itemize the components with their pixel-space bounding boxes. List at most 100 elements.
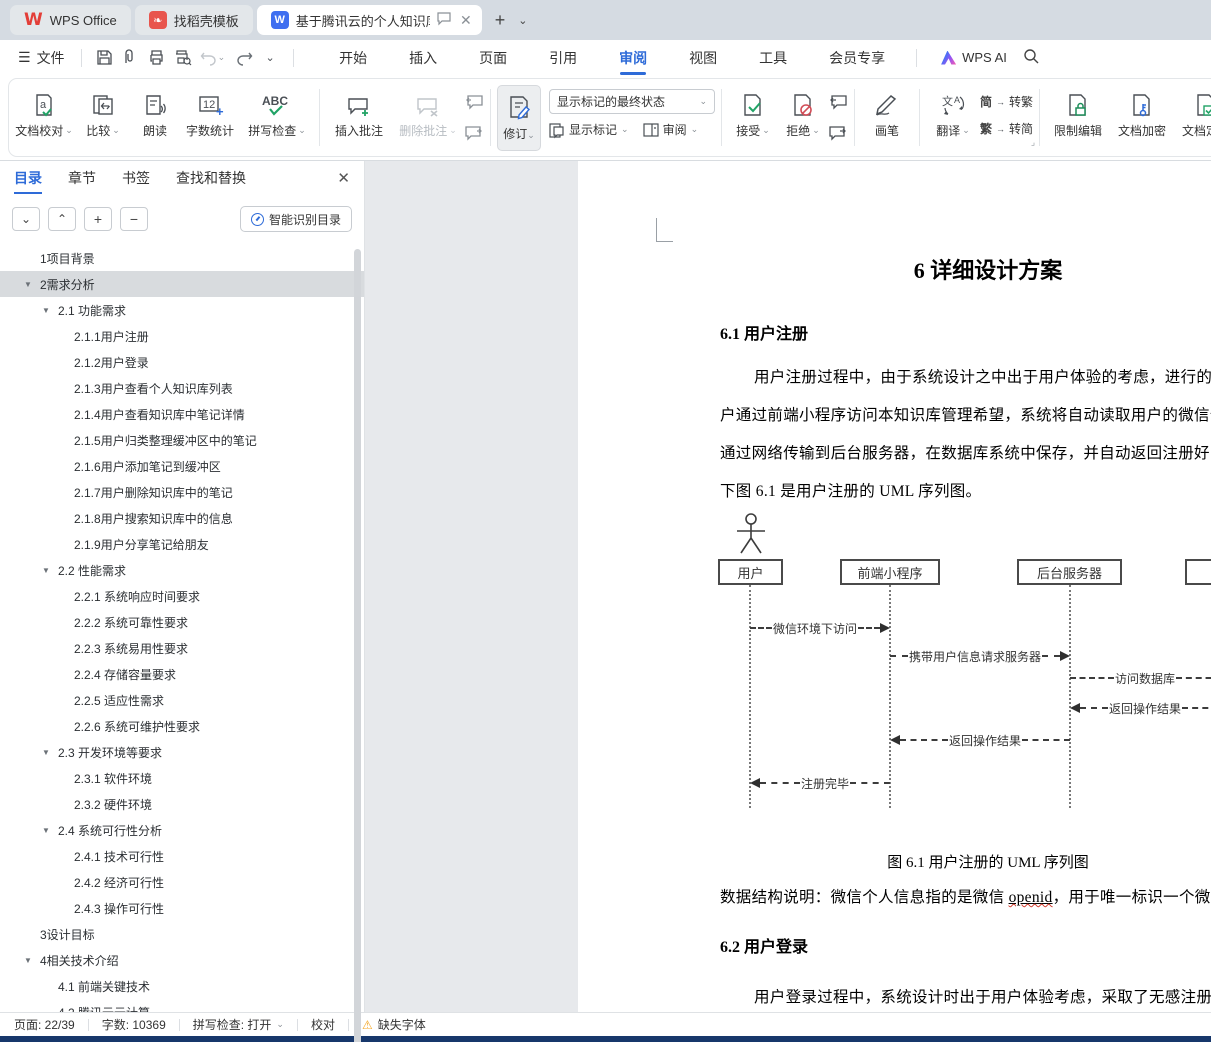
- toc-item[interactable]: ▼ 2.3 开发环境等要求: [0, 739, 364, 765]
- insert-comment-button[interactable]: 插入批注: [326, 85, 392, 139]
- toc-item[interactable]: 2.1.9用户分享笔记给朋友: [0, 531, 364, 557]
- zoom-out-toc-button[interactable]: −: [120, 207, 148, 231]
- toc-item[interactable]: 2.1.2用户登录: [0, 349, 364, 375]
- toc-item[interactable]: 2.4.2 经济可行性: [0, 869, 364, 895]
- comment-bubble-icon[interactable]: [437, 12, 451, 28]
- toc-item[interactable]: 4.2 腾讯云云计算: [0, 999, 364, 1013]
- document-page[interactable]: 6 详细设计方案 6.1 用户注册 用户注册过程中，由于系统设计之中出于用户体验…: [578, 161, 1211, 1012]
- toc-item[interactable]: ▼ 2.1 功能需求: [0, 297, 364, 323]
- menu-tab-页面[interactable]: 页面: [458, 40, 528, 75]
- sidebar-tab-chapters[interactable]: 章节: [68, 161, 96, 194]
- doc-proof-button[interactable]: a 文档校对 ⌄: [13, 85, 75, 139]
- menu-tab-引用[interactable]: 引用: [528, 40, 598, 75]
- toc-item[interactable]: 2.1.3用户查看个人知识库列表: [0, 375, 364, 401]
- menu-tab-视图[interactable]: 视图: [668, 40, 738, 75]
- print-preview-icon[interactable]: [170, 46, 196, 70]
- spell-check-button[interactable]: ABC 拼写检查 ⌄: [241, 85, 313, 139]
- compare-button[interactable]: 比较 ⌄: [75, 85, 131, 139]
- new-tab-button[interactable]: +: [486, 10, 515, 31]
- tab-docer-templates[interactable]: ❧ 找稻壳模板: [134, 5, 253, 35]
- missing-font-warning[interactable]: 缺失字体: [378, 1016, 426, 1033]
- menu-tab-插入[interactable]: 插入: [388, 40, 458, 75]
- delete-comment-button[interactable]: 删除批注 ⌄: [392, 85, 464, 139]
- collapse-arrow-icon[interactable]: ▼: [42, 826, 50, 835]
- proofread-button[interactable]: 校对: [311, 1016, 335, 1033]
- toc-item[interactable]: 2.2.3 系统易用性要求: [0, 635, 364, 661]
- toc-item[interactable]: 2.1.6用户添加笔记到缓冲区: [0, 453, 364, 479]
- traditional-to-simplified-button[interactable]: 繁 → 转简: [980, 120, 1033, 137]
- search-icon[interactable]: [1023, 48, 1039, 67]
- expand-all-button[interactable]: ⌃: [48, 207, 76, 231]
- menu-tab-会员专享[interactable]: 会员专享: [808, 40, 906, 75]
- file-menu-button[interactable]: ☰ 文件: [12, 48, 71, 68]
- sidebar-tab-toc[interactable]: 目录: [14, 161, 42, 194]
- zoom-in-toc-button[interactable]: +: [84, 207, 112, 231]
- collapse-arrow-icon[interactable]: ▼: [24, 280, 32, 289]
- toc-item[interactable]: 2.1.7用户删除知识库中的笔记: [0, 479, 364, 505]
- redo-icon[interactable]: [231, 46, 257, 70]
- collapse-arrow-icon[interactable]: ▼: [42, 748, 50, 757]
- menu-tab-工具[interactable]: 工具: [738, 40, 808, 75]
- tab-wps-office[interactable]: W WPS Office: [10, 5, 131, 35]
- toc-item[interactable]: 2.1.1用户注册: [0, 323, 364, 349]
- toc-item[interactable]: 2.2.4 存储容量要求: [0, 661, 364, 687]
- collapse-arrow-icon[interactable]: ▼: [24, 956, 32, 965]
- undo-chevron-icon[interactable]: ⌄: [218, 52, 226, 63]
- sidebar-tab-bookmarks[interactable]: 书签: [122, 161, 150, 194]
- toc-item[interactable]: 2.4.1 技术可行性: [0, 843, 364, 869]
- toc-item[interactable]: ▼ 4相关技术介绍: [0, 947, 364, 973]
- tab-list-chevron-icon[interactable]: ⌄: [514, 14, 531, 27]
- word-count-indicator[interactable]: 字数: 10369: [102, 1016, 166, 1033]
- quickbar-chevron-icon[interactable]: ⌄: [257, 46, 283, 70]
- group-expand-icon[interactable]: ⌟: [1031, 137, 1035, 148]
- encrypt-document-button[interactable]: 文档加密: [1110, 85, 1174, 139]
- word-count-button[interactable]: 12 + 字数统计: [179, 85, 241, 139]
- previous-comment-icon[interactable]: [464, 95, 484, 114]
- menu-tab-审阅[interactable]: 审阅: [598, 40, 668, 75]
- sidebar-tab-find-replace[interactable]: 查找和替换: [176, 161, 246, 194]
- spellcheck-chevron-icon[interactable]: ⌄: [276, 1019, 284, 1030]
- collapse-arrow-icon[interactable]: ▼: [42, 306, 50, 315]
- close-sidebar-icon[interactable]: ✕: [337, 169, 350, 187]
- collapse-all-button[interactable]: ⌄: [12, 207, 40, 231]
- previous-change-icon[interactable]: [828, 95, 848, 114]
- translate-button[interactable]: 文A 翻译 ⌄: [926, 85, 980, 139]
- page-indicator[interactable]: 页面: 22/39: [14, 1016, 75, 1033]
- pen-button[interactable]: 画笔: [861, 85, 913, 139]
- sidebar-scrollbar[interactable]: [354, 249, 361, 1042]
- restrict-editing-button[interactable]: 限制编辑: [1046, 85, 1110, 139]
- toc-item[interactable]: 4.1 前端关键技术: [0, 973, 364, 999]
- toc-item[interactable]: ▼ 2.4 系统可行性分析: [0, 817, 364, 843]
- toc-item[interactable]: 2.2.6 系统可维护性要求: [0, 713, 364, 739]
- toc-item[interactable]: ▼ 2.2 性能需求: [0, 557, 364, 583]
- show-markup-button[interactable]: 显示标记 ⌄: [549, 121, 629, 138]
- print-icon[interactable]: [144, 46, 170, 70]
- finalize-document-button[interactable]: 文档定稿: [1174, 85, 1211, 139]
- toc-item[interactable]: 3设计目标: [0, 921, 364, 947]
- toc-item[interactable]: 2.1.8用户搜索知识库中的信息: [0, 505, 364, 531]
- spellcheck-status[interactable]: 拼写检查: 打开: [193, 1016, 272, 1033]
- collapse-arrow-icon[interactable]: ▼: [42, 566, 50, 575]
- export-pdf-icon[interactable]: [118, 46, 144, 70]
- save-icon[interactable]: [92, 46, 118, 70]
- smart-toc-button[interactable]: 智能识别目录: [239, 206, 352, 232]
- toc-item[interactable]: 2.3.2 硬件环境: [0, 791, 364, 817]
- simplified-to-traditional-button[interactable]: 简 → 转繁: [980, 93, 1033, 110]
- track-changes-button[interactable]: 修订⌄: [497, 85, 541, 151]
- review-mode-button[interactable]: 审阅 ⌄: [642, 121, 698, 138]
- next-change-icon[interactable]: [828, 126, 848, 145]
- accept-button[interactable]: 接受 ⌄: [728, 85, 778, 139]
- toc-item[interactable]: 2.2.2 系统可靠性要求: [0, 609, 364, 635]
- wps-ai-button[interactable]: WPS AI: [941, 50, 1007, 65]
- markup-state-select[interactable]: 显示标记的最终状态 ⌄: [549, 89, 715, 114]
- menu-tab-开始[interactable]: 开始: [318, 40, 388, 75]
- toc-item[interactable]: 2.1.5用户归类整理缓冲区中的笔记: [0, 427, 364, 453]
- close-tab-icon[interactable]: ✕: [458, 12, 474, 29]
- read-aloud-button[interactable]: 朗读: [131, 85, 179, 139]
- toc-item[interactable]: 1项目背景: [0, 245, 364, 271]
- toc-item[interactable]: 2.2.1 系统响应时间要求: [0, 583, 364, 609]
- toc-item[interactable]: ▼ 2需求分析: [0, 271, 364, 297]
- toc-item[interactable]: 2.4.3 操作可行性: [0, 895, 364, 921]
- toc-item[interactable]: 2.3.1 软件环境: [0, 765, 364, 791]
- tab-current-document[interactable]: W 基于腾讯云的个人知识库管理 ✕: [256, 5, 482, 35]
